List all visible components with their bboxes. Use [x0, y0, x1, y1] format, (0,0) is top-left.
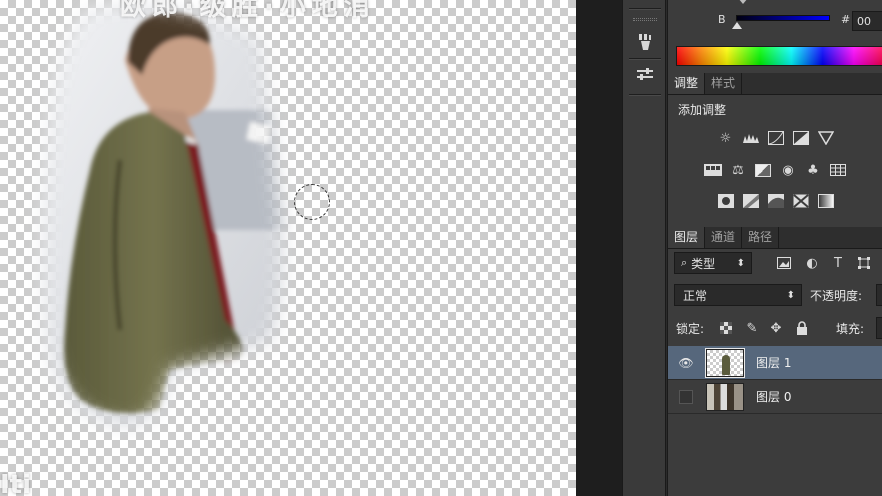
layers-panel: ⌕ 类型 ⬍ ◐ T 正常 ⬍ 不透明度: 锁定: ✎ ✥ 填充: 👁 图层 1	[668, 250, 882, 496]
lock-label: 锁定:	[676, 322, 705, 336]
tab-channels[interactable]: 通道	[705, 227, 743, 248]
layer-thumbnail	[706, 382, 744, 411]
photo-filter-icon[interactable]: ◉	[779, 162, 797, 178]
color-panel: B # 00	[668, 0, 882, 70]
opacity-field[interactable]	[876, 284, 882, 306]
layer-name[interactable]: 图层 0	[756, 388, 791, 405]
layer-filter-select[interactable]: ⌕ 类型 ⬍	[674, 252, 752, 274]
strip-separator	[629, 94, 661, 96]
blend-mode-select[interactable]: 正常 ⬍	[674, 284, 802, 306]
watermark-corner: Iti	[0, 470, 32, 496]
tab-styles[interactable]: 样式	[705, 73, 743, 94]
layer-row[interactable]: 👁 图层 1	[668, 346, 882, 380]
search-icon: ⌕	[681, 256, 688, 269]
opacity-label: 不透明度:	[810, 289, 863, 303]
panel-gutter	[576, 0, 622, 496]
fill-field[interactable]	[876, 317, 882, 339]
hex-value-field[interactable]: 00	[852, 11, 882, 31]
watermark-title: 欧郎·级胜·小地消	[120, 0, 376, 22]
layer-thumbnail	[705, 347, 745, 378]
levels-icon[interactable]	[742, 130, 760, 146]
tab-paths[interactable]: 路径	[742, 227, 780, 248]
fill-label: 填充:	[836, 322, 865, 336]
document-canvas[interactable]: 欧郎·级胜·小地消 Iti	[0, 0, 576, 496]
tab-layers[interactable]: 图层	[668, 227, 706, 248]
adjustments-panel: 添加调整 ☼ ⚖ ◉ ♣	[668, 95, 882, 223]
adjust-icon-row	[668, 193, 882, 209]
adjust-icon-row: ☼	[668, 130, 882, 146]
selective-color-icon[interactable]	[792, 193, 810, 209]
collapsed-panel-strip	[622, 0, 666, 496]
strip-separator	[629, 58, 661, 60]
adjust-tab-bar: 调整 样式	[668, 73, 882, 95]
posterize-icon[interactable]	[742, 193, 760, 209]
threshold-icon[interactable]	[767, 193, 785, 209]
lock-image-icon[interactable]: ✎	[744, 320, 760, 336]
b-channel-slider[interactable]	[736, 15, 830, 21]
balance-icon[interactable]: ⚖	[729, 162, 747, 178]
adjust-icon-row: ⚖ ◉ ♣	[668, 162, 882, 178]
g-slider-thumb[interactable]	[738, 0, 748, 4]
layer-name[interactable]: 图层 1	[756, 354, 791, 371]
gradient-triangle-icon[interactable]	[817, 130, 835, 146]
select-arrows-icon: ⬍	[786, 289, 795, 301]
gradient-map-icon[interactable]	[817, 193, 835, 209]
blend-mode-value: 正常	[683, 288, 708, 303]
tab-adjustments[interactable]: 调整	[668, 73, 706, 94]
filter-adjustment-icon[interactable]: ◐	[804, 255, 820, 271]
layer-row[interactable]: 图层 0	[668, 380, 882, 414]
strip-separator	[629, 8, 661, 10]
hex-hash-label: #	[841, 13, 851, 26]
brush-cursor	[294, 184, 330, 220]
channel-mixer-icon[interactable]: ♣	[804, 162, 822, 178]
brush-presets-icon[interactable]	[631, 30, 659, 54]
color-spectrum-bar[interactable]	[676, 46, 882, 66]
visibility-toggle-off[interactable]	[679, 389, 693, 404]
strip-grip[interactable]	[633, 18, 657, 21]
filter-shape-icon[interactable]	[856, 255, 872, 271]
layers-tab-bar: 图层 通道 路径	[668, 227, 882, 249]
lock-transparent-icon[interactable]	[718, 320, 734, 336]
b-slider-thumb[interactable]	[732, 22, 742, 29]
right-panel-dock: B # 00 调整 样式 添加调整 ☼ ⚖ ◉ ♣ 图层 通道 路径 ⌕ 类型 …	[667, 0, 882, 496]
adjust-title: 添加调整	[678, 103, 727, 117]
color-lookup-icon[interactable]	[829, 162, 847, 178]
filter-type-label: 类型	[691, 256, 716, 271]
vibrance-icon[interactable]	[704, 162, 722, 178]
eye-icon[interactable]: 👁	[676, 353, 696, 373]
exposure-icon[interactable]	[792, 130, 810, 146]
select-arrows-icon: ⬍	[736, 257, 745, 269]
lock-position-icon[interactable]: ✥	[768, 320, 784, 336]
masked-photo-layer	[20, 0, 300, 440]
lock-all-icon[interactable]	[794, 320, 810, 336]
filter-type-icon[interactable]: T	[830, 255, 846, 271]
tool-presets-icon[interactable]	[631, 64, 659, 88]
black-white-icon[interactable]	[754, 162, 772, 178]
invert-icon[interactable]	[717, 193, 735, 209]
b-channel-label: B	[718, 13, 726, 26]
curves-icon[interactable]	[767, 130, 785, 146]
brightness-contrast-icon[interactable]: ☼	[717, 130, 735, 146]
filter-pixel-icon[interactable]	[776, 255, 792, 271]
